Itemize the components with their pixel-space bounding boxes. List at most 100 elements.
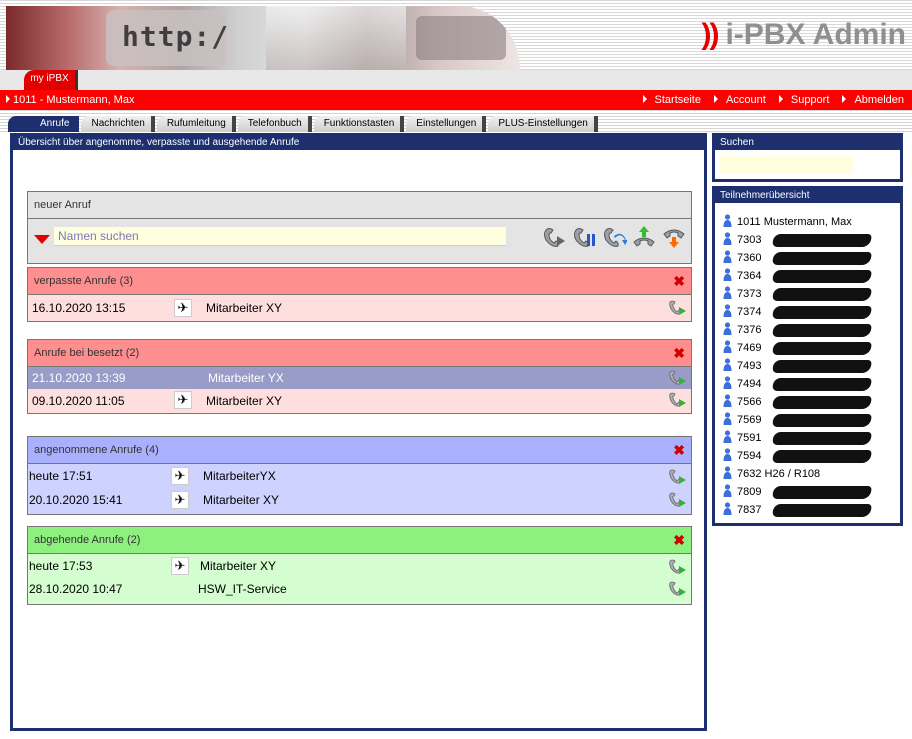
current-user-label: 1011 - Mustermann, Max bbox=[13, 94, 135, 106]
participant-item[interactable]: 7632 H26 / R108 bbox=[723, 465, 900, 483]
call-row[interactable]: heute 17:51 ✈ MitarbeiterYX bbox=[28, 464, 691, 489]
tab-anrufe[interactable]: Anrufe bbox=[8, 116, 80, 132]
section-tabs: Anrufe Nachrichten Rufumleitung Telefonb… bbox=[8, 116, 600, 132]
participant-item[interactable]: 7494 bbox=[723, 375, 900, 393]
close-icon[interactable]: ✖ bbox=[673, 268, 685, 295]
link-abmelden[interactable]: Abmelden bbox=[837, 94, 904, 106]
redaction-mark bbox=[772, 306, 872, 319]
call-back-icon[interactable] bbox=[667, 368, 687, 388]
box-title-label: abgehende Anrufe (2) bbox=[34, 534, 141, 546]
participant-label: 7303 bbox=[737, 234, 762, 246]
call-back-icon[interactable] bbox=[667, 557, 687, 577]
call-back-icon[interactable] bbox=[667, 390, 687, 410]
participant-item[interactable]: 7809 bbox=[723, 483, 900, 501]
name-search-input[interactable] bbox=[54, 227, 506, 246]
new-call-title: neuer Anruf bbox=[28, 192, 691, 219]
arrow-right-icon bbox=[842, 95, 847, 103]
tab-nachrichten[interactable]: Nachrichten bbox=[81, 116, 155, 132]
tab-my-ipbx[interactable]: my iPBX bbox=[24, 70, 78, 90]
hold-icon[interactable] bbox=[571, 224, 597, 250]
missed-calls-title: verpasste Anrufe (3) ✖ bbox=[28, 268, 691, 295]
call-icon[interactable] bbox=[541, 224, 567, 250]
participant-item[interactable]: 7373 bbox=[723, 285, 900, 303]
hangup-icon[interactable] bbox=[661, 224, 687, 250]
missed-calls-box: verpasste Anrufe (3) ✖ 16.10.2020 13:15 ✈… bbox=[27, 267, 692, 322]
call-back-icon[interactable] bbox=[667, 298, 687, 318]
person-icon bbox=[723, 466, 732, 479]
participant-item[interactable]: 7374 bbox=[723, 303, 900, 321]
participant-label: 7632 H26 / R108 bbox=[737, 468, 821, 480]
participant-item[interactable]: 7837 bbox=[723, 501, 900, 519]
call-back-icon[interactable] bbox=[667, 579, 687, 599]
call-row[interactable]: heute 17:53 ✈ Mitarbeiter XY bbox=[28, 554, 691, 579]
participant-item[interactable]: 7364 bbox=[723, 267, 900, 285]
call-row[interactable]: 16.10.2020 13:15 ✈ Mitarbeiter XY bbox=[28, 295, 691, 321]
person-icon bbox=[723, 376, 732, 389]
close-icon[interactable]: ✖ bbox=[673, 527, 685, 554]
person-icon bbox=[723, 412, 732, 425]
pickup-icon[interactable] bbox=[631, 224, 657, 250]
call-row-selected[interactable]: 21.10.2020 13:39 Mitarbeiter YX bbox=[28, 367, 691, 389]
participant-item[interactable]: 7594 bbox=[723, 447, 900, 465]
participant-item[interactable]: 7591 bbox=[723, 429, 900, 447]
link-label: Abmelden bbox=[854, 94, 904, 106]
user-bar: 1011 - Mustermann, Max Startseite Accoun… bbox=[0, 90, 912, 110]
participant-label: 7364 bbox=[737, 270, 762, 282]
header-links: Startseite Account Support Abmelden bbox=[633, 90, 904, 110]
tab-funktionstasten[interactable]: Funktionstasten bbox=[313, 116, 405, 132]
call-datetime: 09.10.2020 11:05 bbox=[32, 394, 125, 408]
redaction-mark bbox=[772, 486, 872, 499]
new-call-box: neuer Anruf bbox=[27, 191, 692, 264]
tab-rufumleitung[interactable]: Rufumleitung bbox=[156, 116, 236, 132]
call-name: Mitarbeiter XY bbox=[203, 493, 280, 507]
call-row[interactable]: 09.10.2020 11:05 ✈ Mitarbeiter XY bbox=[28, 389, 691, 413]
call-datetime: 20.10.2020 15:41 bbox=[29, 493, 123, 507]
close-icon[interactable]: ✖ bbox=[673, 437, 685, 464]
brand-title: i-PBX Admin bbox=[725, 18, 906, 51]
redaction-mark bbox=[772, 252, 872, 265]
new-call-row bbox=[28, 219, 691, 263]
banner-keyboard-shape: http:/ bbox=[106, 10, 228, 66]
participant-label: 7469 bbox=[737, 342, 762, 354]
call-row[interactable]: 20.10.2020 15:41 ✈ Mitarbeiter XY bbox=[28, 489, 691, 514]
participant-item[interactable]: 1011 Mustermann, Max bbox=[723, 213, 900, 231]
call-row[interactable]: 28.10.2020 10:47 HSW_IT-Service bbox=[28, 579, 691, 604]
redaction-mark bbox=[772, 360, 872, 373]
link-support[interactable]: Support bbox=[774, 94, 829, 106]
call-datetime: 21.10.2020 13:39 bbox=[32, 371, 126, 385]
person-icon bbox=[723, 502, 732, 515]
participant-label: 7809 bbox=[737, 486, 762, 498]
participant-item[interactable]: 7569 bbox=[723, 411, 900, 429]
participant-item[interactable]: 7360 bbox=[723, 249, 900, 267]
search-panel: Suchen bbox=[712, 133, 903, 182]
call-back-icon[interactable] bbox=[667, 467, 687, 487]
call-back-icon[interactable] bbox=[667, 490, 687, 510]
transfer-icon[interactable] bbox=[601, 224, 628, 250]
participant-item[interactable]: 7376 bbox=[723, 321, 900, 339]
dropdown-arrow-icon[interactable] bbox=[34, 235, 50, 244]
redaction-mark bbox=[772, 324, 872, 337]
close-icon[interactable]: ✖ bbox=[673, 340, 685, 367]
redaction-mark bbox=[772, 270, 872, 283]
link-label: Account bbox=[726, 94, 766, 106]
participant-item[interactable]: 7493 bbox=[723, 357, 900, 375]
tab-plus-einstellungen[interactable]: PLUS-Einstellungen bbox=[488, 116, 598, 132]
participant-search-input[interactable] bbox=[719, 156, 853, 174]
link-account[interactable]: Account bbox=[709, 94, 766, 106]
tab-einstellungen[interactable]: Einstellungen bbox=[406, 116, 487, 132]
participant-item[interactable]: 7566 bbox=[723, 393, 900, 411]
hand-icon: ✈ bbox=[171, 491, 189, 509]
arrow-right-icon bbox=[642, 95, 647, 103]
link-startseite[interactable]: Startseite bbox=[638, 94, 701, 106]
participant-item[interactable]: 7303 bbox=[723, 231, 900, 249]
arrow-right-icon bbox=[6, 95, 10, 103]
participant-label: 7374 bbox=[737, 306, 762, 318]
participant-label: 7373 bbox=[737, 288, 762, 300]
person-icon bbox=[723, 448, 732, 461]
participant-label: 7594 bbox=[737, 450, 762, 462]
redaction-mark bbox=[772, 450, 872, 463]
participant-item[interactable]: 7469 bbox=[723, 339, 900, 357]
tab-telefonbuch[interactable]: Telefonbuch bbox=[237, 116, 312, 132]
redaction-mark bbox=[772, 396, 872, 409]
call-name: Mitarbeiter XY bbox=[200, 559, 277, 573]
